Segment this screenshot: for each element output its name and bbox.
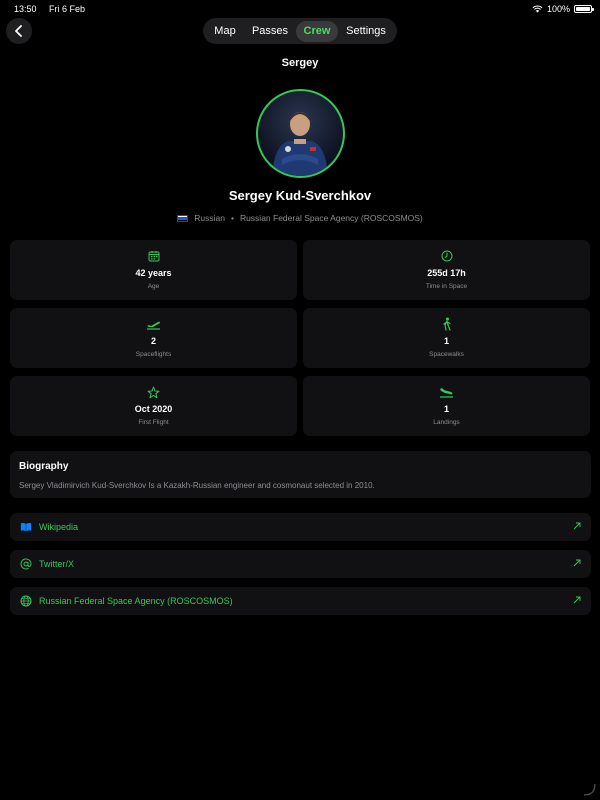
biography-title: Biography bbox=[19, 461, 69, 472]
astronaut-portrait bbox=[272, 112, 328, 176]
agency: Russian Federal Space Agency (ROSCOSMOS) bbox=[239, 213, 423, 223]
airplane-landing-icon bbox=[439, 385, 454, 399]
chevron-left-icon bbox=[15, 25, 22, 37]
external-link-arrow-icon bbox=[573, 559, 581, 569]
walking-figure-icon bbox=[441, 317, 453, 331]
external-link-arrow-icon bbox=[573, 596, 581, 606]
status-time-group: 13:50 Fri 6 Feb bbox=[14, 4, 85, 14]
stat-value: 2 bbox=[150, 336, 156, 346]
stat-label: Spaceflights bbox=[135, 351, 172, 358]
external-link-arrow-icon bbox=[573, 522, 581, 532]
meta-separator: • bbox=[230, 213, 234, 223]
page-title: Sergey bbox=[281, 57, 319, 69]
stat-label: Time in Space bbox=[425, 283, 468, 290]
stat-card-first-flight: Oct 2020 First Flight bbox=[10, 376, 297, 436]
link-wikipedia[interactable]: Wikipedia bbox=[10, 513, 591, 541]
calendar-icon bbox=[148, 249, 160, 263]
stat-card-spaceflights: 2 Spaceflights bbox=[10, 308, 297, 368]
stat-card-landings: 1 Landings bbox=[303, 376, 590, 436]
link-label: Russian Federal Space Agency (ROSCOSMOS) bbox=[39, 596, 233, 606]
stat-value: 1 bbox=[443, 404, 449, 414]
stat-card-age: 42 years Age bbox=[10, 240, 297, 300]
airplane-takeoff-icon bbox=[146, 317, 161, 331]
link-roscosmos[interactable]: Russian Federal Space Agency (ROSCOSMOS) bbox=[10, 587, 591, 615]
link-label: Wikipedia bbox=[39, 522, 79, 532]
stat-label: Age bbox=[147, 283, 160, 290]
tab-crew[interactable]: Crew bbox=[296, 20, 338, 42]
tab-bar: Map Passes Crew Settings bbox=[203, 18, 397, 44]
biography-text: Sergey Vladimirvich Kud-Sverchkov Is a K… bbox=[19, 481, 375, 490]
status-bar: 13:50 Fri 6 Feb 100% bbox=[0, 0, 600, 18]
status-time: 13:50 bbox=[14, 4, 37, 14]
stat-label: Spacewalks bbox=[429, 351, 464, 358]
stat-card-time-in-space: 255d 17h Time in Space bbox=[303, 240, 590, 300]
stat-value: Oct 2020 bbox=[134, 404, 173, 414]
tab-settings[interactable]: Settings bbox=[338, 21, 394, 42]
nationality: Russian bbox=[194, 213, 225, 223]
avatar bbox=[256, 89, 345, 178]
clock-icon bbox=[441, 249, 453, 263]
crew-meta: Russian • Russian Federal Space Agency (… bbox=[0, 213, 600, 223]
link-label: Twitter/X bbox=[39, 559, 75, 569]
tab-passes[interactable]: Passes bbox=[244, 21, 296, 42]
at-sign-icon bbox=[20, 558, 32, 570]
link-twitter[interactable]: Twitter/X bbox=[10, 550, 591, 578]
stat-label: Landings bbox=[433, 419, 460, 426]
battery-percent: 100% bbox=[546, 4, 570, 14]
stat-value: 255d 17h bbox=[427, 268, 466, 278]
wifi-icon bbox=[532, 5, 543, 13]
globe-icon bbox=[20, 595, 32, 607]
stat-value: 1 bbox=[443, 336, 449, 346]
star-icon bbox=[147, 385, 160, 399]
russia-flag-icon bbox=[177, 214, 189, 222]
stat-label: First Flight bbox=[138, 419, 169, 426]
tab-map[interactable]: Map bbox=[206, 21, 244, 42]
status-date: Fri 6 Feb bbox=[49, 4, 86, 14]
stat-value: 42 years bbox=[135, 268, 172, 278]
stat-card-spacewalks: 1 Spacewalks bbox=[303, 308, 590, 368]
back-button[interactable] bbox=[6, 18, 32, 44]
battery-icon bbox=[574, 5, 594, 13]
resize-corner-icon bbox=[583, 783, 596, 796]
crew-name: Sergey Kud-Sverchkov bbox=[228, 188, 372, 203]
book-icon bbox=[20, 521, 32, 533]
biography-card: Biography Sergey Vladimirvich Kud-Sverch… bbox=[10, 451, 591, 498]
status-right: 100% bbox=[532, 4, 594, 14]
